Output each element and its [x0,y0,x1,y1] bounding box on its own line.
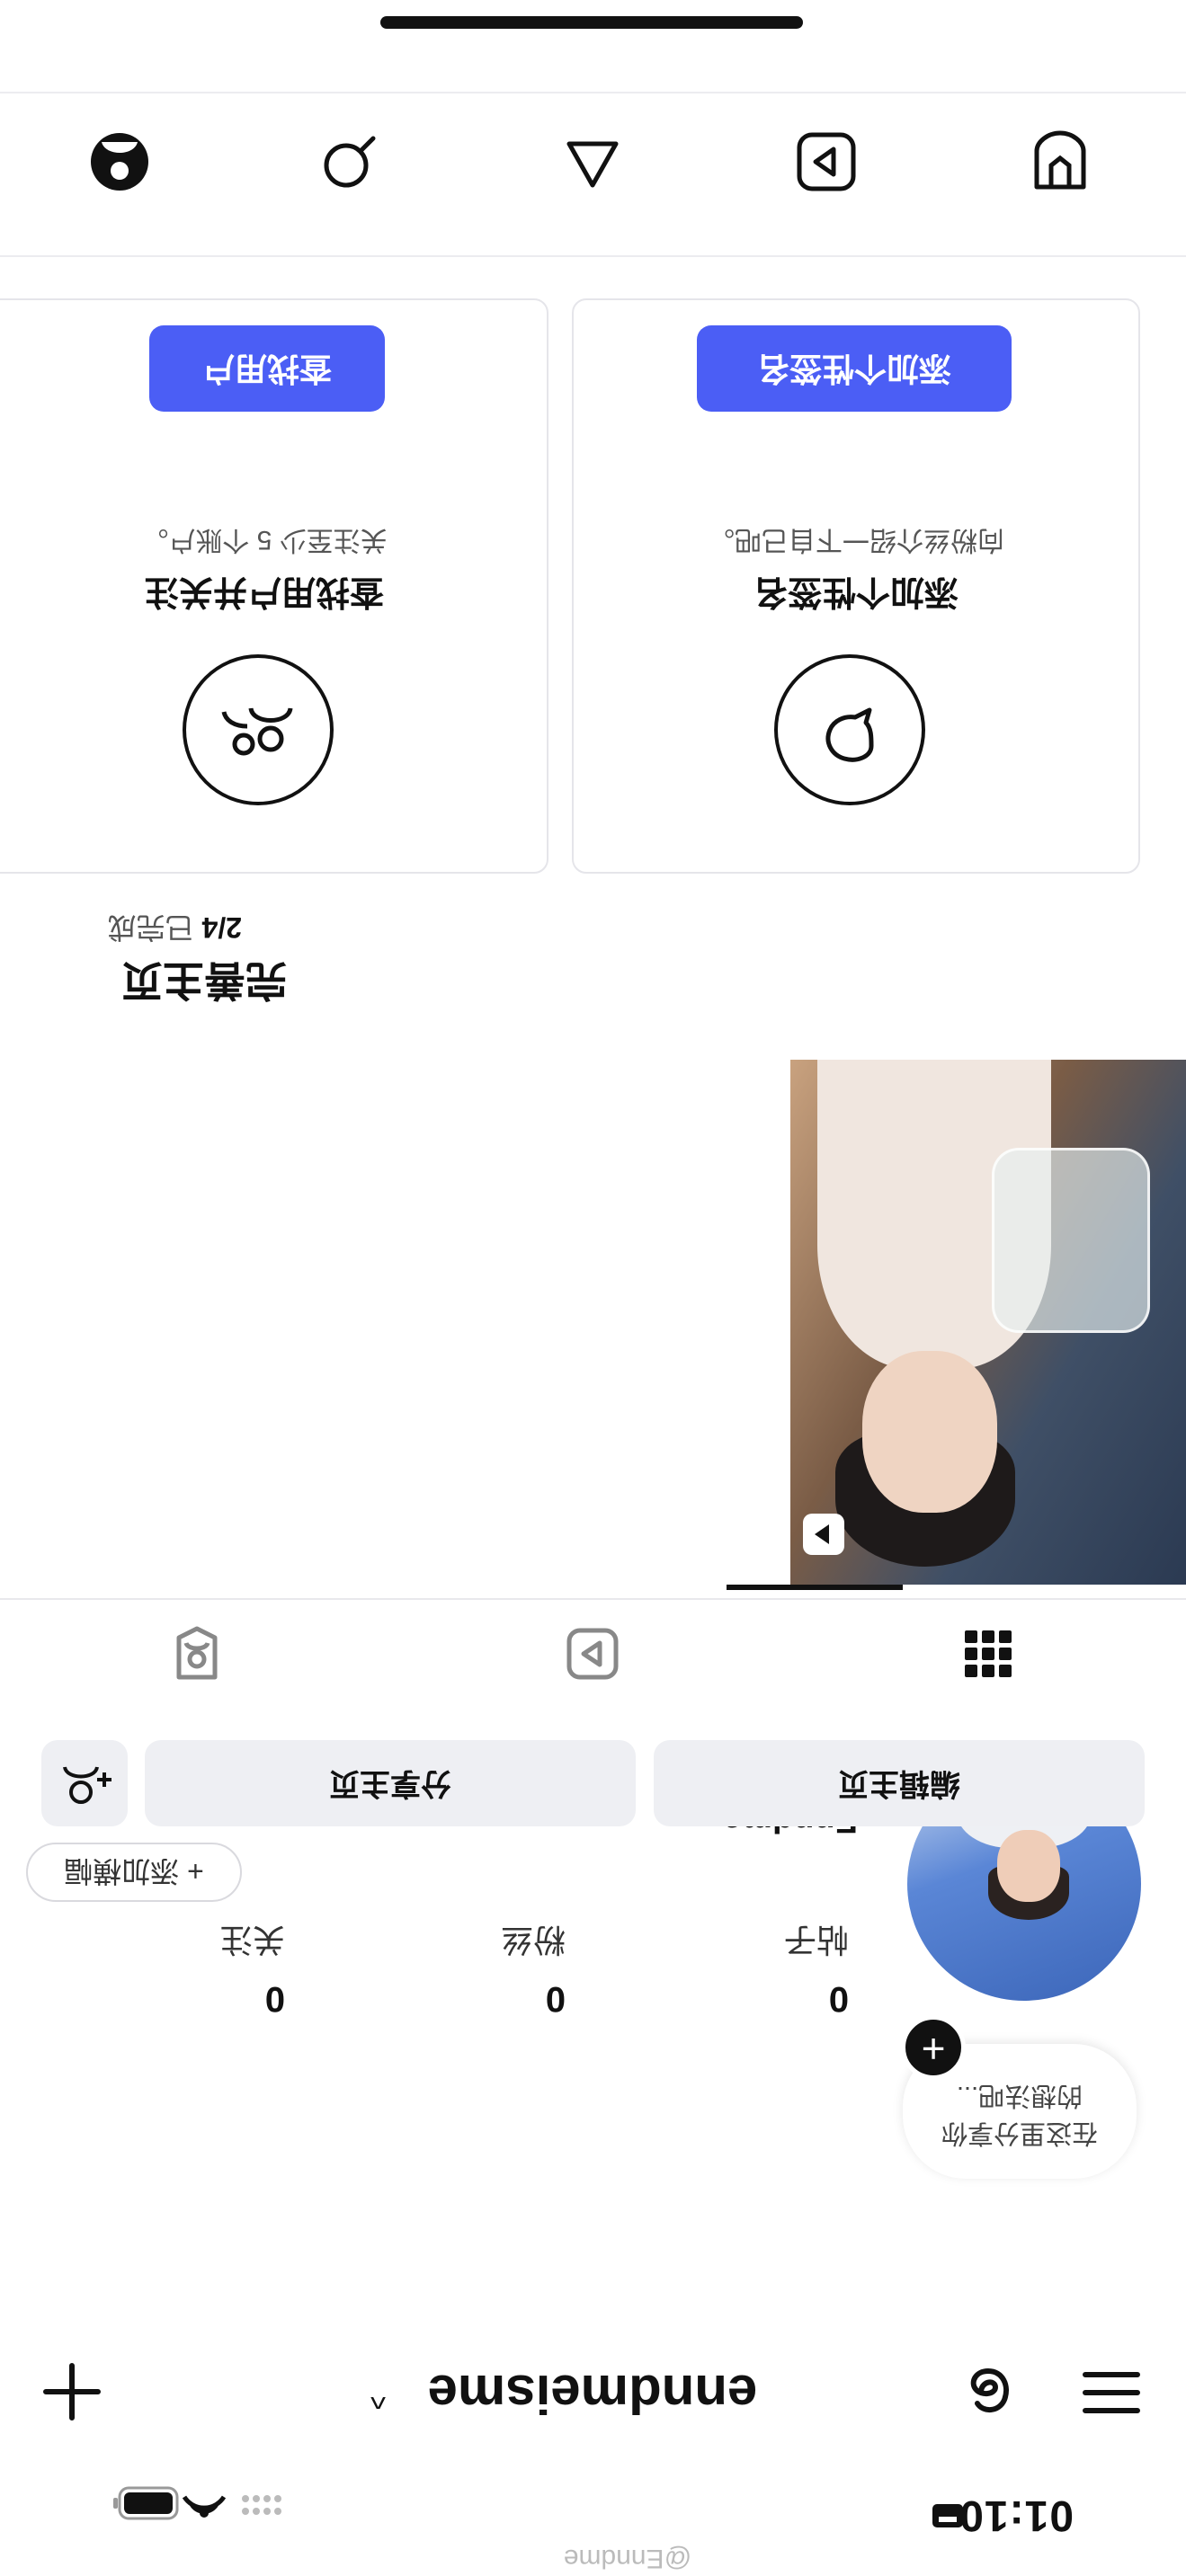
home-icon[interactable] [75,117,165,207]
tagged-icon[interactable] [143,1600,251,1708]
edit-profile-button[interactable]: 编辑主页 [654,1740,1145,1826]
stat-following-label: 关注 [219,1922,285,1959]
card-add-bio: 添加个性签名 向粉丝介绍一下自己吧。 添加个性签名 [572,298,1140,874]
card-add-bio-title: 添加个性签名 [754,573,959,610]
signal-wifi-battery-icons [113,2486,281,2520]
card-find-people-desc: 关注至少 5 个账户。 [141,525,388,555]
sim-card-icon [932,2504,963,2527]
find-people-button[interactable]: 查找用户 [149,325,385,412]
plus-icon[interactable] [40,2360,103,2423]
threads-icon[interactable] [959,2360,1022,2423]
share-profile-button[interactable]: 分享主页 [145,1740,636,1826]
stat-posts-value: 0 [828,1979,849,2019]
profile-nav-icon[interactable] [1015,117,1105,207]
hamburger-menu-icon[interactable] [1080,2366,1143,2420]
stat-followers-value: 0 [545,1979,566,2019]
complete-profile-title: 完善主页 [121,957,287,1004]
bottom-nav [0,92,1186,228]
discover-people-button[interactable] [41,1740,128,1826]
search-icon[interactable] [305,117,395,207]
reels-icon[interactable] [539,1600,647,1708]
stat-following-value: 0 [264,1979,285,2019]
profile-tabs [0,1598,1186,1708]
complete-profile-progress: 2/4 已完成 [107,911,242,944]
add-banner-button[interactable]: + 添加横幅 [26,1843,242,1902]
add-person-icon [63,1766,111,1804]
add-bio-button[interactable]: 添加个性签名 [697,325,1012,412]
stat-posts-label: 帖子 [783,1922,849,1959]
reel-badge-icon [803,1514,844,1555]
watermark: @Enndme [563,2544,691,2573]
reels-nav-icon[interactable] [781,117,871,207]
note-line-1: 在这里分享你 [941,2119,1099,2147]
grid-icon[interactable] [934,1600,1042,1708]
stat-posts[interactable]: 0 帖子 [714,1919,849,2019]
stat-followers[interactable]: 0 粉丝 [431,1919,566,2019]
create-icon[interactable] [548,117,638,207]
add-story-button[interactable]: + [901,2015,966,2080]
home-indicator[interactable] [380,16,803,29]
stat-following[interactable]: 0 关注 [150,1919,285,2019]
note-line-2: 的想法吧... [956,2081,1083,2110]
profile-username-title[interactable]: enndmeisme [377,2363,808,2425]
post-thumbnail[interactable] [790,1060,1186,1585]
card-find-people: 查找用户并关注 关注至少 5 个账户。 查找用户 [0,298,548,874]
screen: 01:10 enndmeisme ^ 在这里分享你 的想法吧... + Ennd… [0,0,1186,2576]
active-tab-indicator [727,1585,903,1590]
divider [0,255,1186,257]
people-icon [183,654,334,805]
speech-bubble-icon [774,654,925,805]
card-add-bio-desc: 向粉丝介绍一下自己吧。 [708,525,1004,555]
status-time: 01:10 [959,2492,1074,2539]
chevron-down-icon[interactable]: ^ [370,2378,386,2416]
stat-followers-label: 粉丝 [500,1922,566,1959]
card-find-people-title: 查找用户并关注 [145,573,385,610]
